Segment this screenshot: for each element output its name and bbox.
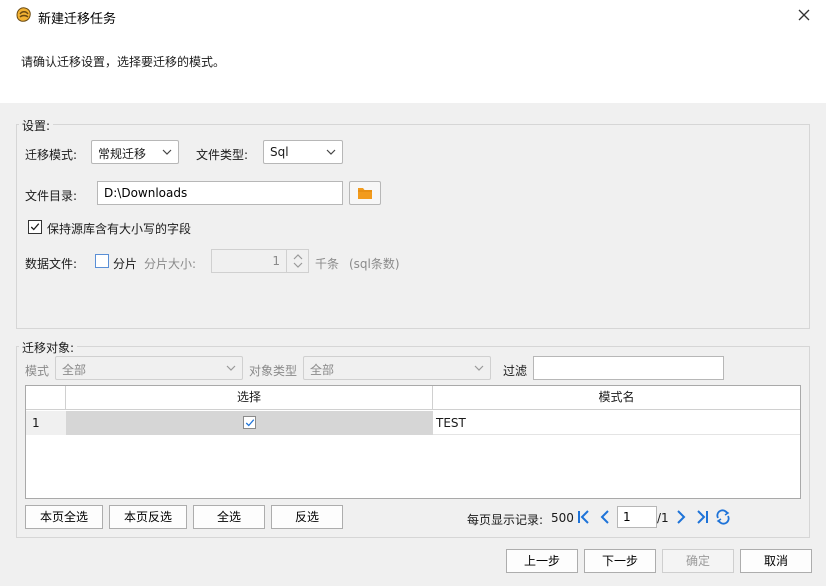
settings-group-title: 设置: (19, 117, 54, 134)
schema-dropdown-value: 全部 (62, 363, 87, 377)
prev-page-icon[interactable] (597, 509, 613, 525)
dialog-content: 设置: 迁移模式: 常规迁移 文件类型: Sql 文件目录: 保持源库含有大小写… (8, 103, 820, 544)
app-logo-icon (16, 7, 31, 22)
last-page-icon[interactable] (694, 509, 710, 525)
filetype-dropdown-value: Sql (270, 145, 289, 159)
mode-dropdown[interactable]: 常规迁移 (91, 140, 179, 164)
schema-filter-label: 模式 (25, 364, 50, 378)
unit-note: (sql条数) (349, 257, 400, 271)
row-schema-name: TEST (436, 416, 466, 430)
row-select-cell[interactable] (66, 411, 433, 435)
filetype-dropdown[interactable]: Sql (263, 140, 343, 164)
total-pages: /1 (657, 511, 669, 525)
objtype-dropdown[interactable]: 全部 (303, 356, 491, 380)
split-size-value: 1 (272, 254, 280, 268)
row-index: 1 (26, 411, 66, 435)
title-bar: 新建迁移任务 (0, 0, 826, 32)
chevron-down-icon (162, 149, 172, 155)
spinner-buttons[interactable] (286, 250, 308, 272)
cancel-button[interactable]: 取消 (740, 549, 812, 573)
schema-dropdown[interactable]: 全部 (55, 356, 243, 380)
objtype-label: 对象类型 (249, 364, 298, 378)
next-step-button[interactable]: 下一步 (584, 549, 656, 573)
split-checkbox[interactable] (95, 254, 109, 268)
objects-group: 迁移对象: 模式 全部 对象类型 全部 过滤 选择 模式名 1 TEST 本页全… (16, 339, 810, 538)
page-number-input[interactable] (617, 506, 657, 528)
mode-dropdown-value: 常规迁移 (98, 147, 147, 161)
directory-input[interactable] (97, 181, 343, 205)
folder-icon (358, 188, 372, 199)
invert-all-button[interactable]: 反选 (271, 505, 343, 529)
chevron-down-icon (474, 365, 484, 371)
close-icon[interactable] (794, 5, 814, 25)
spinner-up-down-icon (293, 254, 303, 268)
schema-table: 选择 模式名 1 TEST (25, 385, 801, 499)
column-header-schema[interactable]: 模式名 (433, 386, 800, 410)
datafile-label: 数据文件: (25, 257, 78, 271)
split-size-label: 分片大小: (144, 257, 197, 271)
per-page-value: 500 (551, 511, 574, 525)
next-page-icon[interactable] (673, 509, 689, 525)
directory-input-field[interactable] (98, 182, 342, 204)
invert-page-button[interactable]: 本页反选 (109, 505, 187, 529)
page-number-field[interactable] (618, 507, 656, 527)
filetype-label: 文件类型: (196, 148, 249, 162)
row-number-header (26, 386, 66, 410)
select-all-button[interactable]: 全选 (193, 505, 265, 529)
first-page-icon[interactable] (576, 509, 592, 525)
filter-input-field[interactable] (534, 357, 723, 379)
split-size-spinner[interactable]: 1 (211, 249, 309, 273)
select-page-button[interactable]: 本页全选 (25, 505, 103, 529)
filter-label: 过滤 (503, 364, 528, 378)
table-row[interactable]: 1 TEST (26, 411, 800, 435)
window-title: 新建迁移任务 (38, 12, 117, 27)
filter-input[interactable] (533, 356, 724, 380)
checkmark-icon (30, 223, 40, 231)
split-label: 分片 (113, 257, 138, 271)
chevron-down-icon (326, 149, 336, 155)
browse-folder-button[interactable] (349, 181, 381, 205)
objtype-dropdown-value: 全部 (310, 363, 335, 377)
refresh-icon[interactable] (715, 509, 731, 525)
mode-label: 迁移模式: (25, 148, 78, 162)
column-header-select[interactable]: 选择 (66, 386, 433, 410)
chevron-down-icon (226, 365, 236, 371)
unit-label: 千条 (315, 257, 340, 271)
settings-group: 设置: 迁移模式: 常规迁移 文件类型: Sql 文件目录: 保持源库含有大小写… (16, 117, 810, 329)
directory-label: 文件目录: (25, 189, 78, 203)
objects-group-title: 迁移对象: (19, 339, 78, 356)
keep-case-label: 保持源库含有大小写的字段 (47, 222, 192, 236)
prev-step-button[interactable]: 上一步 (506, 549, 578, 573)
ok-button[interactable]: 确定 (662, 549, 734, 573)
row-select-checkbox[interactable] (243, 416, 256, 429)
instruction-text: 请确认迁移设置，选择要迁移的模式。 (21, 55, 226, 69)
checkmark-icon (245, 419, 255, 427)
instruction-banner: 请确认迁移设置，选择要迁移的模式。 (0, 32, 826, 103)
per-page-label: 每页显示记录: (467, 513, 544, 527)
keep-case-checkbox[interactable] (28, 220, 42, 234)
